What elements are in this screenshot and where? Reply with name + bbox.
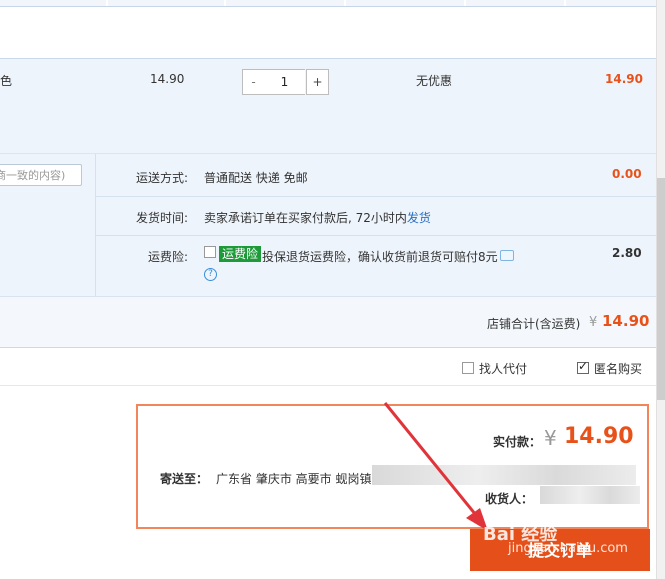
annotation-arrow [383, 402, 488, 531]
watermark-url: jingyan.baidu.com [508, 541, 628, 556]
scrollbar-thumb[interactable] [657, 178, 665, 400]
